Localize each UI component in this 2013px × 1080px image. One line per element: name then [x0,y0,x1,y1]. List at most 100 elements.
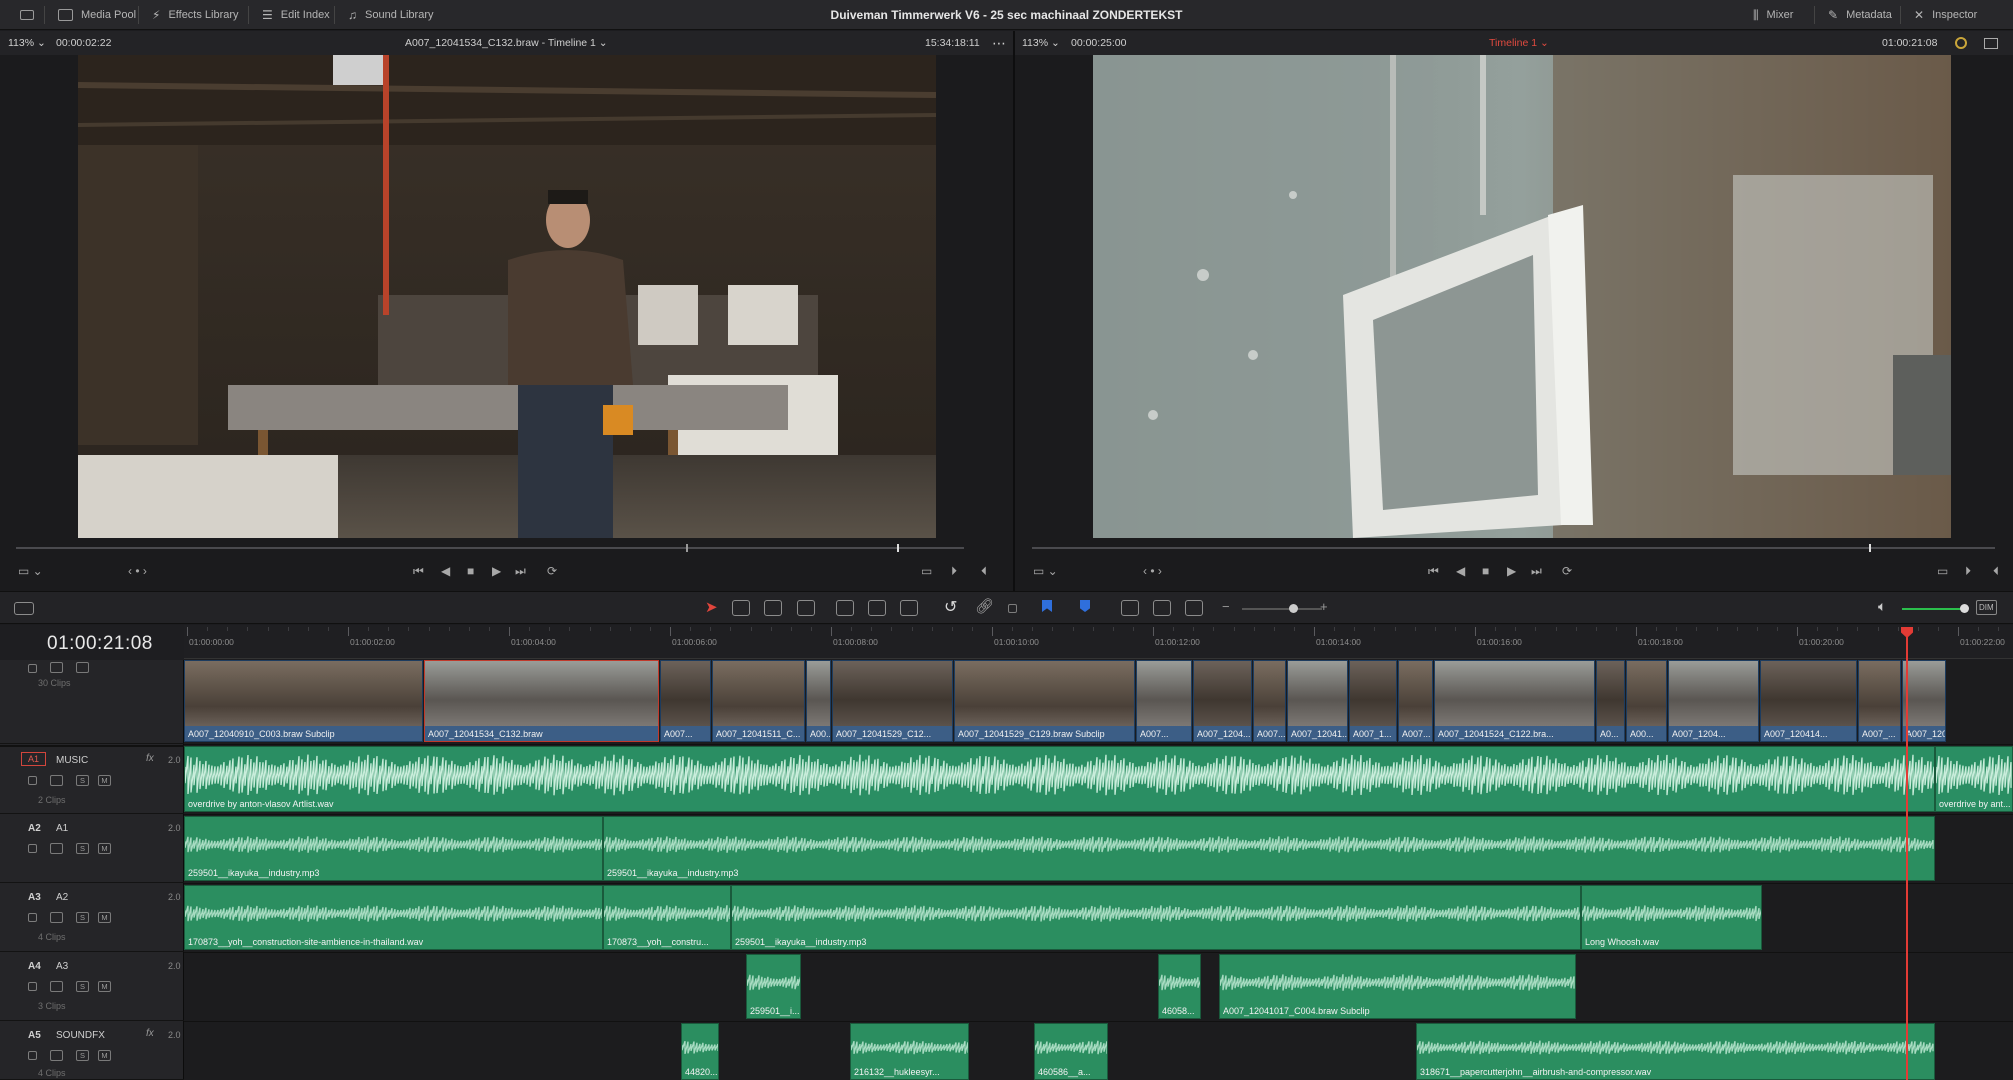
timeline-tracks[interactable]: A007_12040910_C003.braw Subclip A007_1204… [184,660,2013,1080]
source-options-icon[interactable]: ⋯ [992,31,1006,55]
selection-tool-icon[interactable]: ➤ [705,598,718,616]
video-clip[interactable]: A007_120414... [1760,660,1857,742]
lock-icon[interactable] [28,664,37,673]
timeline-play-icon[interactable]: ▶ [1507,564,1516,578]
speaker-icon[interactable]: 🔈︎ [1878,598,1886,615]
mixer-button[interactable]: ⫼ Mixer [1745,0,1801,30]
source-mark-in-icon[interactable]: ⏵ [951,564,957,579]
track-name[interactable]: A1 [56,823,68,834]
solo-button[interactable]: S [76,912,89,923]
source-go-start-icon[interactable]: ⏮ [413,564,424,579]
edit-index-button[interactable]: ☰ Edit Index [254,0,338,30]
video-clip[interactable]: A007_1204... [1668,660,1759,742]
video-clip[interactable]: A007_12040910_C003.braw Subclip [184,660,423,742]
mute-button[interactable]: M [98,843,111,854]
source-mark-out-icon[interactable]: ⏴ [981,564,987,579]
auto-select-icon[interactable] [50,662,63,673]
video-clip[interactable]: A007_12041... [1287,660,1348,742]
lock-icon[interactable] [28,844,37,853]
audio-clip[interactable]: 259501__ikayuka__industry.mp3 [731,885,1581,950]
audio-clip[interactable]: 170873__yoh__constru... [603,885,731,950]
lock-icon[interactable] [28,1051,37,1060]
audio-clip[interactable]: Long Whoosh.wav [1581,885,1762,950]
video-clip[interactable]: A007_12041529_C129.braw Subclip [954,660,1135,742]
lock-icon[interactable] [28,913,37,922]
full-extent-zoom-icon[interactable] [1121,600,1139,616]
trim-tool-icon[interactable] [732,600,750,616]
auto-select-icon[interactable] [50,912,63,923]
timeline-mark-in-icon[interactable]: ⏵ [1965,564,1971,579]
mute-button[interactable]: M [98,775,111,786]
audio-clip[interactable]: 460586__a... [1034,1023,1108,1080]
timeline-loop-icon[interactable]: ⟳ [1562,564,1572,578]
solo-button[interactable]: S [76,843,89,854]
track-patch-a1[interactable]: A1 [21,752,46,766]
audio-clip[interactable]: 44820... [681,1023,719,1080]
auto-select-icon[interactable] [50,775,63,786]
video-clip[interactable]: A007_1204... [1193,660,1252,742]
flag-icon[interactable] [1042,600,1052,612]
zoom-in-icon[interactable]: + [1320,599,1328,614]
mute-button[interactable]: M [98,981,111,992]
track-name[interactable]: A2 [56,892,68,903]
source-zoom[interactable]: 113% ⌄ [8,31,46,55]
position-lock-icon[interactable] [1008,604,1017,613]
metadata-button[interactable]: ✎ Metadata [1820,0,1900,30]
track-name[interactable]: MUSIC [56,755,88,766]
auto-select-icon[interactable] [50,843,63,854]
timeline-match-frame-icon[interactable]: ▭ [1937,564,1948,578]
timeline-scrubber[interactable] [1032,547,1995,549]
video-clip[interactable]: A007_12041529_C12... [832,660,953,742]
zoom-slider[interactable] [1242,608,1322,610]
zoom-out-icon[interactable]: − [1222,599,1230,614]
video-clip[interactable]: A007_12041511_C... [712,660,805,742]
audio-clip[interactable]: 259501__i... [746,954,801,1019]
solo-button[interactable]: S [76,981,89,992]
source-clip-name[interactable]: A007_12041534_C132.braw - Timeline 1 ⌄ [405,31,608,55]
viewer-layout-icon[interactable] [1984,38,1998,49]
timeline-zoom[interactable]: 113% ⌄ [1022,31,1060,55]
auto-select-icon[interactable] [50,1050,63,1061]
detail-zoom-icon[interactable] [1153,600,1171,616]
video-clip[interactable]: A007... [1398,660,1433,742]
audio-clip[interactable]: 216132__hukleesyr... [850,1023,969,1080]
timeline-reverse-icon[interactable]: ◀ [1456,564,1465,578]
timeline-ruler[interactable]: 01:00:00:00 01:00:02:00 01:00:04:00 01:00:0… [184,625,2013,659]
source-view-mode-icon[interactable]: ▭ ⌄ [18,564,43,578]
effects-library-button[interactable]: ⚡ Effects Library [144,0,247,30]
disable-video-icon[interactable] [76,662,89,673]
sound-library-button[interactable]: ♫ Sound Library [340,0,442,30]
zoom-slider-handle[interactable] [1289,604,1298,613]
lock-icon[interactable] [28,982,37,991]
auto-select-icon[interactable] [50,981,63,992]
source-play-icon[interactable]: ▶ [492,564,501,578]
video-clip[interactable]: A00... [1626,660,1667,742]
source-scrubber[interactable] [16,547,964,549]
video-clip[interactable]: A007_1... [1349,660,1397,742]
audio-clip[interactable]: A007_12041017_C004.braw Subclip [1219,954,1576,1019]
custom-zoom-icon[interactable] [1185,600,1203,616]
linked-selection-icon[interactable]: 🔗︎ [975,597,994,615]
source-reverse-icon[interactable]: ◀ [441,564,450,578]
audio-clip[interactable]: overdrive by anton-vlasov Artlist.wav [184,746,1935,812]
timeline-playhead-marker[interactable] [1869,544,1871,552]
playhead[interactable] [1906,632,1908,1080]
video-clip[interactable]: A007... [1136,660,1192,742]
source-match-frame-icon[interactable]: ▭ [921,564,932,578]
timeline-view-options-icon[interactable] [14,602,34,615]
overwrite-clip-icon[interactable] [868,600,886,616]
lock-icon[interactable] [28,776,37,785]
solo-button[interactable]: S [76,1050,89,1061]
timeline-stop-icon[interactable]: ■ [1482,564,1489,578]
source-stop-icon[interactable]: ■ [467,564,474,578]
mute-button[interactable]: M [98,912,111,923]
dim-button[interactable]: DIM [1976,600,1997,615]
audio-clip[interactable]: 259501__ikayuka__industry.mp3 [184,816,603,881]
volume-slider[interactable] [1902,608,1968,610]
audio-clip[interactable]: overdrive by ant... [1935,746,2013,812]
track-name[interactable]: SOUNDFX [56,1030,105,1041]
audio-clip[interactable]: 46058... [1158,954,1201,1019]
color-icon[interactable] [1955,37,1967,49]
video-clip[interactable]: A007... [660,660,711,742]
workspace-icon-button[interactable] [12,0,42,30]
